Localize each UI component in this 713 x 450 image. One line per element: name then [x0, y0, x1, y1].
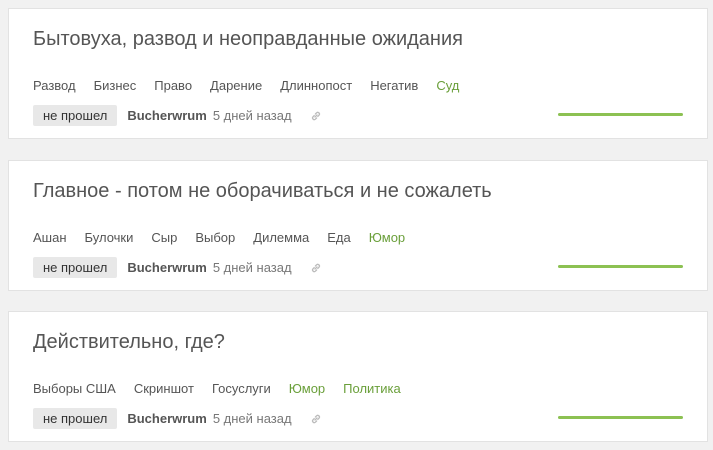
- tag[interactable]: Юмор: [289, 381, 325, 397]
- tag[interactable]: Булочки: [85, 230, 134, 246]
- post-card: Главное - потом не оборачиваться и не со…: [8, 160, 708, 291]
- rating-fill: [558, 113, 683, 116]
- post-time: 5 дней назад: [212, 107, 292, 123]
- tag[interactable]: Дарение: [210, 78, 262, 94]
- tag[interactable]: Юмор: [369, 230, 405, 246]
- tag[interactable]: Скриншот: [134, 381, 194, 397]
- post-card: Действительно, где? Выборы США Скриншот …: [8, 311, 708, 442]
- status-badge[interactable]: не прошел: [33, 104, 118, 126]
- link-icon[interactable]: [310, 261, 322, 273]
- tag[interactable]: Суд: [436, 78, 459, 94]
- tag-list: Ашан Булочки Сыр Выбор Дилемма Еда Юмор: [33, 230, 423, 246]
- tag[interactable]: Еда: [327, 230, 351, 246]
- tag[interactable]: Длиннопост: [280, 78, 352, 94]
- post-time: 5 дней назад: [212, 259, 292, 275]
- tag[interactable]: Политика: [343, 381, 401, 397]
- tag[interactable]: Негатив: [370, 78, 418, 94]
- tag[interactable]: Дилемма: [253, 230, 309, 246]
- post-title[interactable]: Бытовуха, развод и неоправданные ожидани…: [33, 25, 463, 53]
- rating-fill: [558, 416, 683, 419]
- post-card: Бытовуха, развод и неоправданные ожидани…: [8, 8, 708, 139]
- link-icon[interactable]: [310, 412, 322, 424]
- post-title[interactable]: Главное - потом не оборачиваться и не со…: [33, 177, 492, 205]
- tag-list: Развод Бизнес Право Дарение Длиннопост Н…: [33, 78, 477, 94]
- rating-fill: [558, 265, 683, 268]
- post-meta: не прошел Bucherwrum 5 дней назад: [33, 256, 322, 278]
- post-meta: не прошел Bucherwrum 5 дней назад: [33, 104, 322, 126]
- author-link[interactable]: Bucherwrum: [127, 108, 206, 123]
- rating-bar: [558, 113, 683, 116]
- post-feed: Бытовуха, развод и неоправданные ожидани…: [0, 0, 713, 450]
- tag[interactable]: Выбор: [195, 230, 235, 246]
- post-time: 5 дней назад: [212, 410, 292, 426]
- rating-bar: [558, 265, 683, 268]
- tag[interactable]: Развод: [33, 78, 76, 94]
- tag-list: Выборы США Скриншот Госуслуги Юмор Полит…: [33, 381, 419, 397]
- tag[interactable]: Право: [154, 78, 192, 94]
- status-badge[interactable]: не прошел: [33, 407, 118, 429]
- tag[interactable]: Выборы США: [33, 381, 116, 397]
- author-link[interactable]: Bucherwrum: [127, 260, 206, 275]
- tag[interactable]: Госуслуги: [212, 381, 271, 397]
- status-badge[interactable]: не прошел: [33, 256, 118, 278]
- tag[interactable]: Бизнес: [94, 78, 137, 94]
- link-icon[interactable]: [310, 109, 322, 121]
- post-title[interactable]: Действительно, где?: [33, 328, 225, 356]
- tag[interactable]: Сыр: [151, 230, 177, 246]
- tag[interactable]: Ашан: [33, 230, 67, 246]
- author-link[interactable]: Bucherwrum: [127, 411, 206, 426]
- post-meta: не прошел Bucherwrum 5 дней назад: [33, 407, 322, 429]
- rating-bar: [558, 416, 683, 419]
